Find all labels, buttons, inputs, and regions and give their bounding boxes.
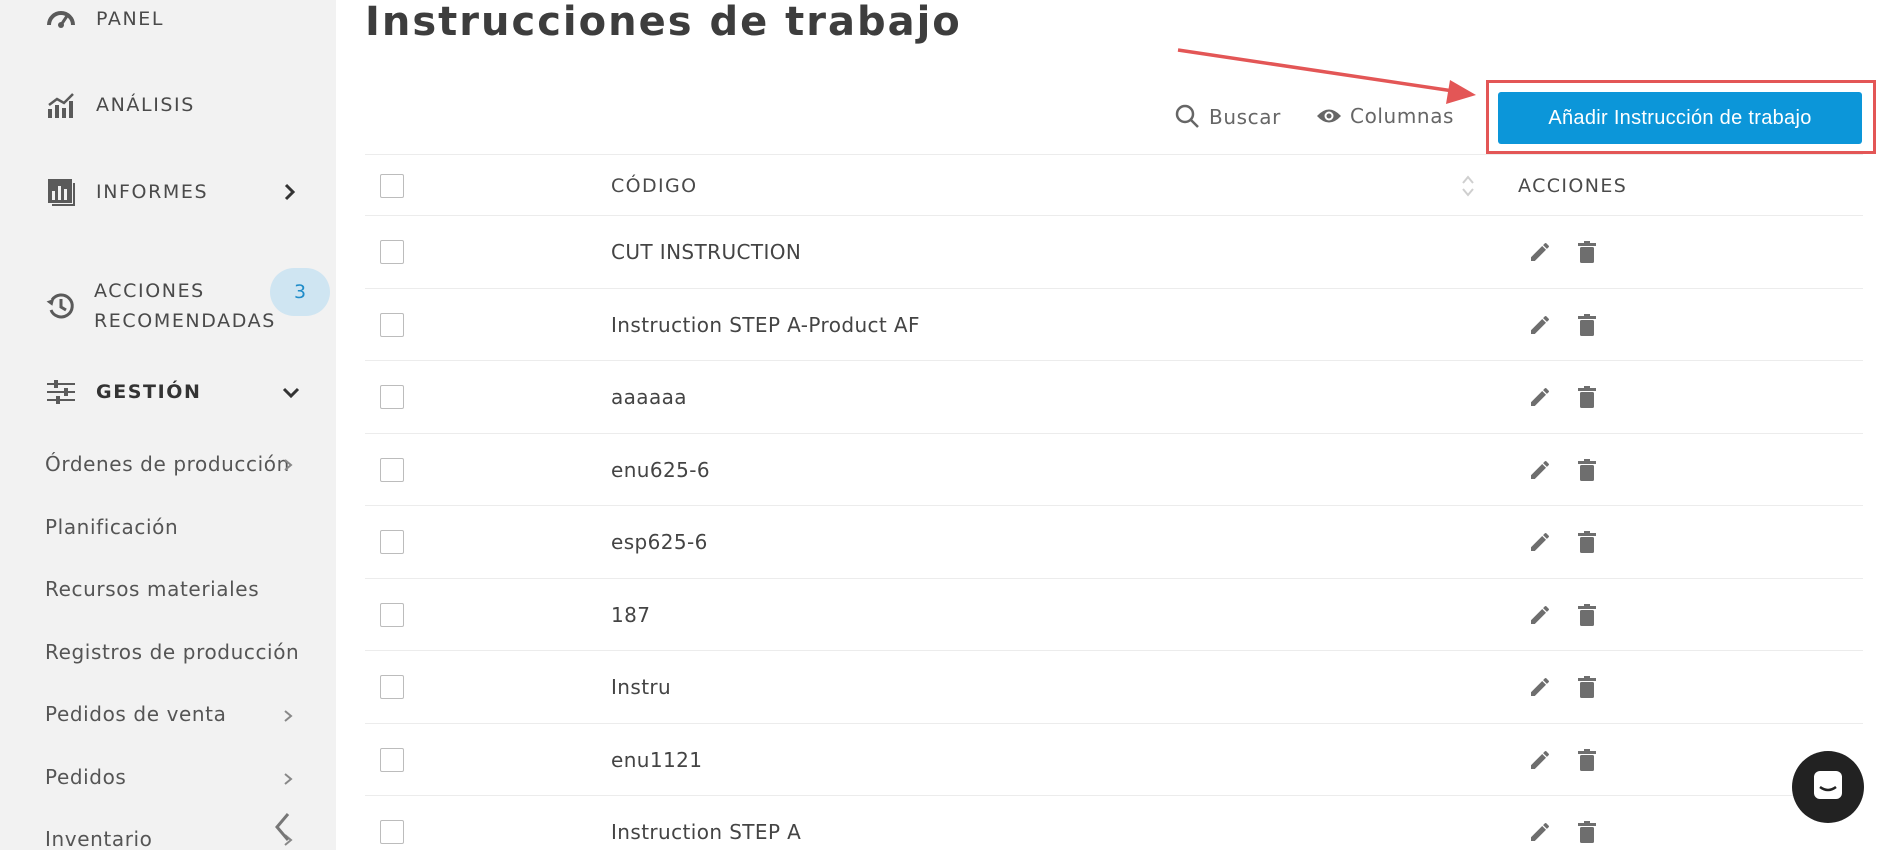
edit-icon[interactable] [1528, 820, 1552, 844]
column-header-actions: ACCIONES [1518, 175, 1628, 197]
edit-icon[interactable] [1528, 603, 1552, 627]
nav-label-acciones-line2: RECOMENDADAS [94, 310, 276, 332]
cell-code: CUT INSTRUCTION [611, 240, 802, 264]
chevron-right-icon[interactable] [282, 708, 294, 724]
edit-icon[interactable] [1528, 458, 1552, 482]
row-checkbox[interactable] [380, 385, 404, 409]
sidebar-item-registros[interactable]: Registros de producción [45, 640, 299, 664]
select-all-checkbox[interactable] [380, 174, 404, 198]
cell-code: enu1121 [611, 747, 703, 772]
table-row[interactable]: Instru [365, 651, 1863, 724]
nav-item-panel[interactable]: PANEL [44, 2, 164, 36]
history-icon [44, 289, 78, 323]
row-checkbox[interactable] [380, 240, 404, 264]
sidebar: PANEL ANÁLISIS INFORMES ACCIONES RECOMEN… [0, 0, 336, 850]
chevron-right-icon[interactable] [282, 457, 294, 473]
row-checkbox[interactable] [380, 530, 404, 554]
sliders-icon [44, 375, 78, 409]
edit-icon[interactable] [1528, 313, 1552, 337]
eye-icon [1316, 107, 1342, 125]
columns-button[interactable]: Columnas [1316, 104, 1454, 128]
table-row[interactable]: 187 [365, 579, 1863, 651]
search-icon [1175, 104, 1201, 130]
table-header: CÓDIGO ACCIONES [365, 154, 1863, 216]
cell-code: aaaaaa [611, 385, 687, 409]
trash-icon[interactable] [1576, 820, 1598, 844]
table-row[interactable]: enu1121 [365, 724, 1863, 796]
row-checkbox[interactable] [380, 820, 404, 844]
trash-icon[interactable] [1576, 748, 1598, 772]
sidebar-item-inventario[interactable]: Inventario [45, 827, 153, 850]
sidebar-item-ordenes[interactable]: Órdenes de producción [45, 452, 290, 476]
page-title: Instrucciones de trabajo [365, 0, 962, 45]
cell-code: esp625-6 [611, 530, 708, 554]
nav-item-analisis[interactable]: ANÁLISIS [44, 88, 195, 122]
chevron-right-icon[interactable] [282, 182, 298, 202]
speedometer-icon [44, 2, 78, 36]
nav-item-informes[interactable]: INFORMES [44, 175, 208, 209]
nav-label-acciones-line1: ACCIONES [94, 280, 205, 302]
nav-label-panel: PANEL [96, 8, 165, 30]
edit-icon[interactable] [1528, 385, 1552, 409]
search-button[interactable]: Buscar [1175, 104, 1281, 130]
cell-code: Instru [611, 675, 672, 699]
notification-badge: 3 [270, 268, 330, 316]
work-instructions-table: CÓDIGO ACCIONES CUT INSTRUCTION Instructi… [365, 154, 1863, 850]
trash-icon[interactable] [1576, 240, 1598, 264]
table-row[interactable]: Instruction STEP A [365, 796, 1863, 850]
sidebar-item-pedidos[interactable]: Pedidos [45, 765, 126, 789]
column-header-code[interactable]: CÓDIGO [611, 175, 698, 197]
cell-code: Instruction STEP A-Product AF [611, 312, 920, 337]
sidebar-item-planificacion[interactable]: Planificación [45, 515, 178, 539]
edit-icon[interactable] [1528, 675, 1552, 699]
edit-icon[interactable] [1528, 240, 1552, 264]
annotation-arrow [1177, 48, 1476, 104]
cell-code: enu625-6 [611, 457, 710, 482]
row-checkbox[interactable] [380, 747, 404, 772]
trash-icon[interactable] [1576, 603, 1598, 627]
trash-icon[interactable] [1576, 313, 1598, 337]
table-row[interactable]: enu625-6 [365, 434, 1863, 506]
edit-icon[interactable] [1528, 748, 1552, 772]
nav-label-acciones: ACCIONES RECOMENDADAS [94, 276, 276, 336]
table-row[interactable]: CUT INSTRUCTION [365, 216, 1863, 289]
table-row[interactable]: aaaaaa [365, 361, 1863, 434]
trash-icon[interactable] [1576, 385, 1598, 409]
edit-icon[interactable] [1528, 530, 1552, 554]
row-checkbox[interactable] [380, 312, 404, 337]
nav-item-acciones-recomendadas[interactable]: ACCIONES RECOMENDADAS [44, 276, 276, 336]
nav-label-informes: INFORMES [96, 181, 209, 203]
row-checkbox[interactable] [380, 602, 404, 627]
nav-item-gestion[interactable]: GESTIÓN [44, 375, 202, 409]
chevron-down-icon[interactable] [281, 385, 301, 401]
add-work-instruction-button[interactable]: Añadir Instrucción de trabajo [1498, 92, 1862, 144]
nav-label-gestion: GESTIÓN [96, 381, 202, 403]
row-checkbox[interactable] [380, 457, 404, 482]
search-label: Buscar [1209, 105, 1281, 129]
reports-icon [44, 175, 78, 209]
chat-icon [1811, 768, 1845, 806]
table-row[interactable]: esp625-6 [365, 506, 1863, 579]
cell-code: Instruction STEP A [611, 820, 802, 844]
cell-code: 187 [611, 602, 651, 627]
sidebar-item-recursos[interactable]: Recursos materiales [45, 577, 259, 601]
trash-icon[interactable] [1576, 675, 1598, 699]
sort-icon[interactable] [1461, 173, 1475, 199]
analytics-icon [44, 88, 78, 122]
sidebar-item-pedidos-venta[interactable]: Pedidos de venta [45, 702, 227, 726]
chevron-right-icon[interactable] [282, 771, 294, 787]
table-row[interactable]: Instruction STEP A-Product AF [365, 289, 1863, 361]
trash-icon[interactable] [1576, 530, 1598, 554]
chat-launcher-button[interactable] [1792, 751, 1864, 823]
collapse-sidebar-icon[interactable] [272, 810, 294, 844]
row-checkbox[interactable] [380, 675, 404, 699]
columns-label: Columnas [1350, 104, 1455, 128]
trash-icon[interactable] [1576, 458, 1598, 482]
nav-label-analisis: ANÁLISIS [96, 94, 195, 116]
